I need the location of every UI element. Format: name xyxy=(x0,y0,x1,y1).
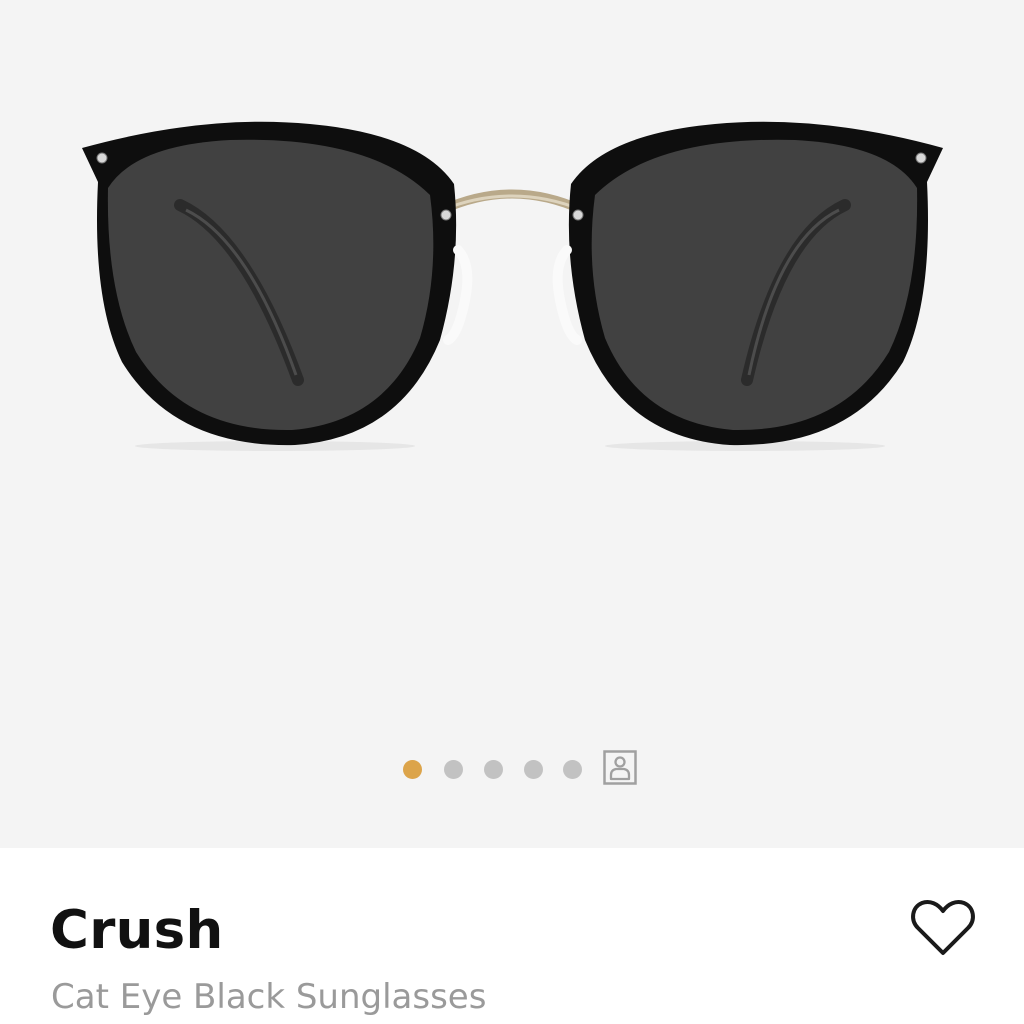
product-image-gallery[interactable] xyxy=(0,0,1024,848)
carousel-dot-4[interactable] xyxy=(524,760,543,779)
carousel-dot-1[interactable] xyxy=(403,760,422,779)
carousel-indicators xyxy=(0,748,1024,788)
carousel-dot-2[interactable] xyxy=(444,760,463,779)
person-frame-icon[interactable] xyxy=(603,750,637,785)
product-subtitle: Cat Eye Black Sunglasses xyxy=(51,977,487,1017)
sunglasses-product-image xyxy=(82,121,943,451)
heart-icon[interactable] xyxy=(908,897,978,961)
carousel-dot-5[interactable] xyxy=(563,760,582,779)
product-name: Crush xyxy=(50,900,224,961)
carousel-dot-3[interactable] xyxy=(484,760,503,779)
